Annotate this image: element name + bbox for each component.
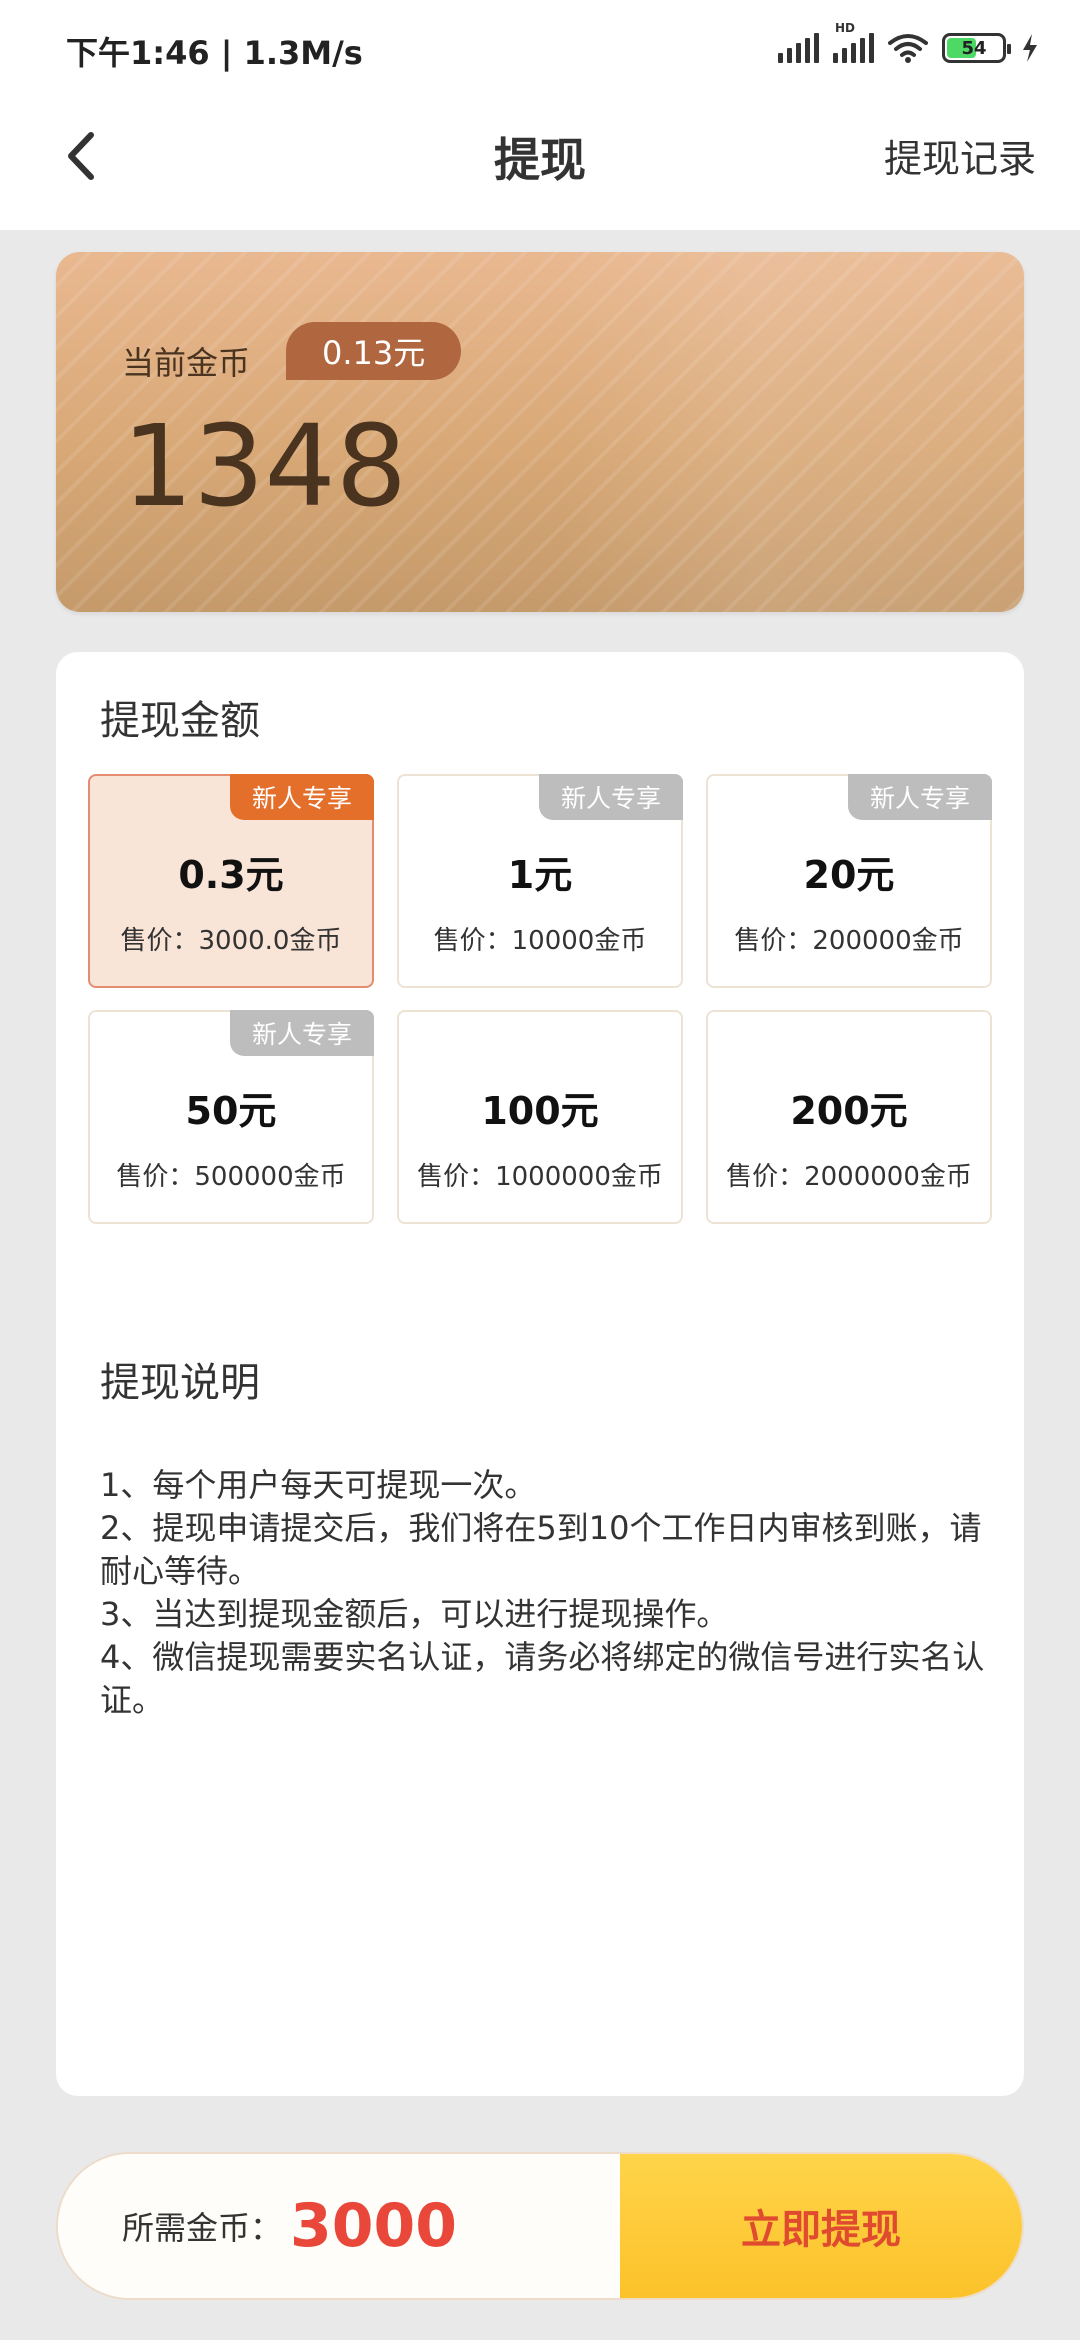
hd-signal-icon: HD	[833, 21, 874, 63]
coin-balance-card: 当前金币 0.13元 1348	[56, 252, 1024, 612]
status-time: 下午1:46 | 1.3M/s	[66, 34, 363, 72]
cell-signal-icon	[778, 33, 819, 63]
card-shine	[556, 252, 1024, 612]
amount-option-200[interactable]: 200元 售价：2000000金币	[706, 1010, 992, 1224]
instruction-line: 4、微信提现需要实名认证，请务必将绑定的微信号进行实名认证。	[100, 1638, 985, 1719]
nav-header: 提现 提现记录	[0, 96, 1080, 230]
wifi-icon	[888, 34, 928, 63]
bottom-action-bar: 所需金币： 3000 立即提现	[56, 2152, 1024, 2300]
amount-option-1[interactable]: 新人专享 1元 售价：10000金币	[397, 774, 683, 988]
option-price: 售价：200000金币	[734, 926, 964, 956]
cash-value-badge: 0.13元	[286, 322, 462, 380]
battery-cap	[1007, 44, 1011, 54]
withdraw-record-link[interactable]: 提现记录	[884, 128, 1036, 183]
option-value: 100元	[481, 1089, 599, 1133]
option-value: 0.3元	[178, 853, 284, 897]
battery-percent: 54	[961, 37, 987, 59]
coin-label: 当前金币	[122, 344, 251, 382]
instruction-line: 3、当达到提现金额后，可以进行提现操作。	[100, 1595, 729, 1633]
option-value: 50元	[185, 1089, 277, 1133]
option-price: 售价：1000000金币	[417, 1162, 663, 1192]
hd-label: HD	[835, 21, 856, 35]
withdraw-panel: 提现金额 新人专享 0.3元 售价：3000.0金币 新人专享 1元 售价：10…	[56, 652, 1024, 2096]
option-price: 售价：10000金币	[433, 926, 647, 956]
amount-option-50[interactable]: 新人专享 50元 售价：500000金币	[88, 1010, 374, 1224]
required-coins-label: 所需金币：	[122, 2209, 283, 2247]
status-bar: 下午1:46 | 1.3M/s HD 54	[0, 0, 1080, 96]
option-price: 售价：3000.0金币	[120, 926, 342, 956]
amount-option-20[interactable]: 新人专享 20元 售价：200000金币	[706, 774, 992, 988]
status-icons: HD 54	[778, 21, 1040, 70]
new-user-tag: 新人专享	[229, 1010, 374, 1056]
instruction-line: 2、提现申请提交后，我们将在5到10个工作日内审核到账，请耐心等待。	[100, 1509, 982, 1590]
option-value: 200元	[790, 1089, 908, 1133]
instruction-line: 1、每个用户每天可提现一次。	[100, 1466, 537, 1504]
option-value: 1元	[507, 853, 573, 897]
new-user-tag: 新人专享	[538, 774, 683, 820]
withdraw-now-button[interactable]: 立即提现	[620, 2154, 1022, 2298]
required-coins-value: 3000	[290, 2191, 458, 2261]
withdraw-amount-title: 提现金额	[100, 698, 260, 744]
required-coins: 所需金币： 3000	[58, 2154, 620, 2298]
new-user-tag: 新人专享	[229, 774, 374, 820]
instructions-text: 1、每个用户每天可提现一次。 2、提现申请提交后，我们将在5到10个工作日内审核…	[100, 1464, 1000, 1722]
amount-option-0-3[interactable]: 新人专享 0.3元 售价：3000.0金币	[88, 774, 374, 988]
option-value: 20元	[803, 853, 895, 897]
amount-options-grid: 新人专享 0.3元 售价：3000.0金币 新人专享 1元 售价：10000金币…	[88, 774, 992, 1224]
new-user-tag: 新人专享	[847, 774, 992, 820]
amount-option-100[interactable]: 100元 售价：1000000金币	[397, 1010, 683, 1224]
withdraw-page: 下午1:46 | 1.3M/s HD 54 提现 提现记录 当前金币 0.13元…	[0, 0, 1080, 2340]
top-bar: 下午1:46 | 1.3M/s HD 54 提现 提现记录	[0, 0, 1080, 230]
battery-icon: 54	[942, 33, 1011, 63]
instructions-title: 提现说明	[100, 1360, 260, 1406]
option-price: 售价：500000金币	[116, 1162, 346, 1192]
charging-bolt-icon	[1023, 34, 1037, 62]
coin-amount: 1348	[122, 402, 408, 532]
option-price: 售价：2000000金币	[726, 1162, 972, 1192]
